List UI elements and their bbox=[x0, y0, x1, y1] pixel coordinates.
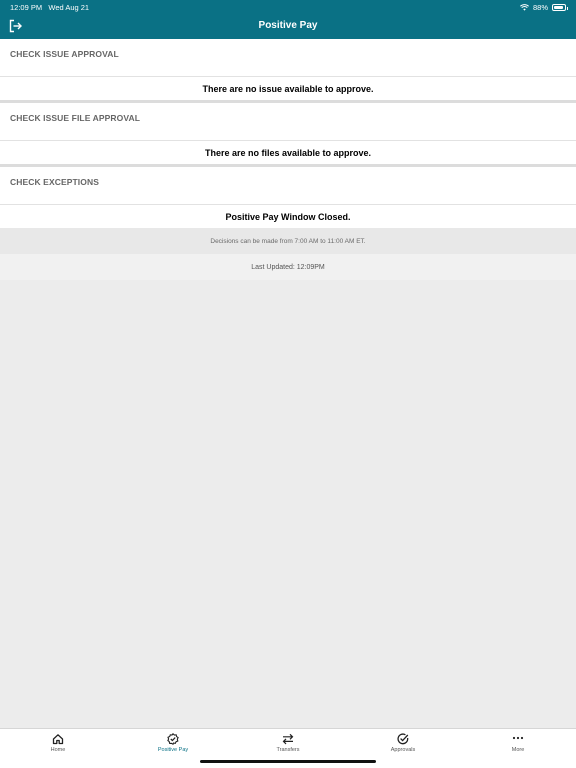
app-header: 12:09 PM Wed Aug 21 88% Positive Pay bbox=[0, 0, 576, 39]
decisions-note: Decisions can be made from 7:00 AM to 11… bbox=[0, 228, 576, 254]
section-title: CHECK EXCEPTIONS bbox=[0, 167, 576, 204]
status-indicators: 88% bbox=[520, 3, 568, 12]
section-message: There are no files available to approve. bbox=[0, 140, 576, 164]
status-date: Wed Aug 21 bbox=[48, 3, 90, 12]
section-message: There are no issue available to approve. bbox=[0, 76, 576, 100]
tab-label: More bbox=[511, 747, 525, 753]
tab-transfers[interactable]: Transfers bbox=[258, 733, 318, 753]
tab-label: Transfers bbox=[276, 747, 300, 753]
section-title: CHECK ISSUE FILE APPROVAL bbox=[0, 103, 576, 140]
check-badge-icon bbox=[167, 733, 179, 745]
section-check-issue-approval: CHECK ISSUE APPROVAL There are no issue … bbox=[0, 39, 576, 103]
tab-home[interactable]: Home bbox=[28, 733, 88, 753]
section-title: CHECK ISSUE APPROVAL bbox=[0, 39, 576, 76]
section-check-exceptions: CHECK EXCEPTIONS Positive Pay Window Clo… bbox=[0, 167, 576, 228]
tab-positive-pay[interactable]: Positive Pay bbox=[143, 733, 203, 753]
page-title: Positive Pay bbox=[258, 20, 318, 31]
status-time: 12:09 PM bbox=[10, 3, 43, 12]
home-indicator[interactable] bbox=[200, 760, 376, 763]
tab-label: Positive Pay bbox=[157, 747, 189, 753]
last-updated: Last Updated: 12:09PM bbox=[0, 254, 576, 280]
battery-percent: 88% bbox=[532, 3, 548, 12]
transfer-arrows-icon bbox=[282, 733, 294, 745]
status-bar: 12:09 PM Wed Aug 21 88% bbox=[0, 0, 576, 14]
section-message: Positive Pay Window Closed. bbox=[0, 204, 576, 228]
section-check-issue-file-approval: CHECK ISSUE FILE APPROVAL There are no f… bbox=[0, 103, 576, 167]
tab-label: Home bbox=[50, 747, 66, 753]
status-time-date: 12:09 PM Wed Aug 21 bbox=[10, 3, 89, 12]
home-icon bbox=[52, 734, 64, 745]
main-content: CHECK ISSUE APPROVAL There are no issue … bbox=[0, 39, 576, 280]
tab-more[interactable]: More bbox=[488, 733, 548, 753]
battery-fill bbox=[554, 6, 563, 9]
tab-label: Approvals bbox=[390, 747, 416, 753]
more-dots-icon bbox=[512, 736, 524, 740]
tab-approvals[interactable]: Approvals bbox=[373, 733, 433, 753]
wifi-icon bbox=[520, 4, 529, 11]
check-circle-icon bbox=[397, 733, 409, 745]
battery-icon bbox=[552, 4, 568, 11]
